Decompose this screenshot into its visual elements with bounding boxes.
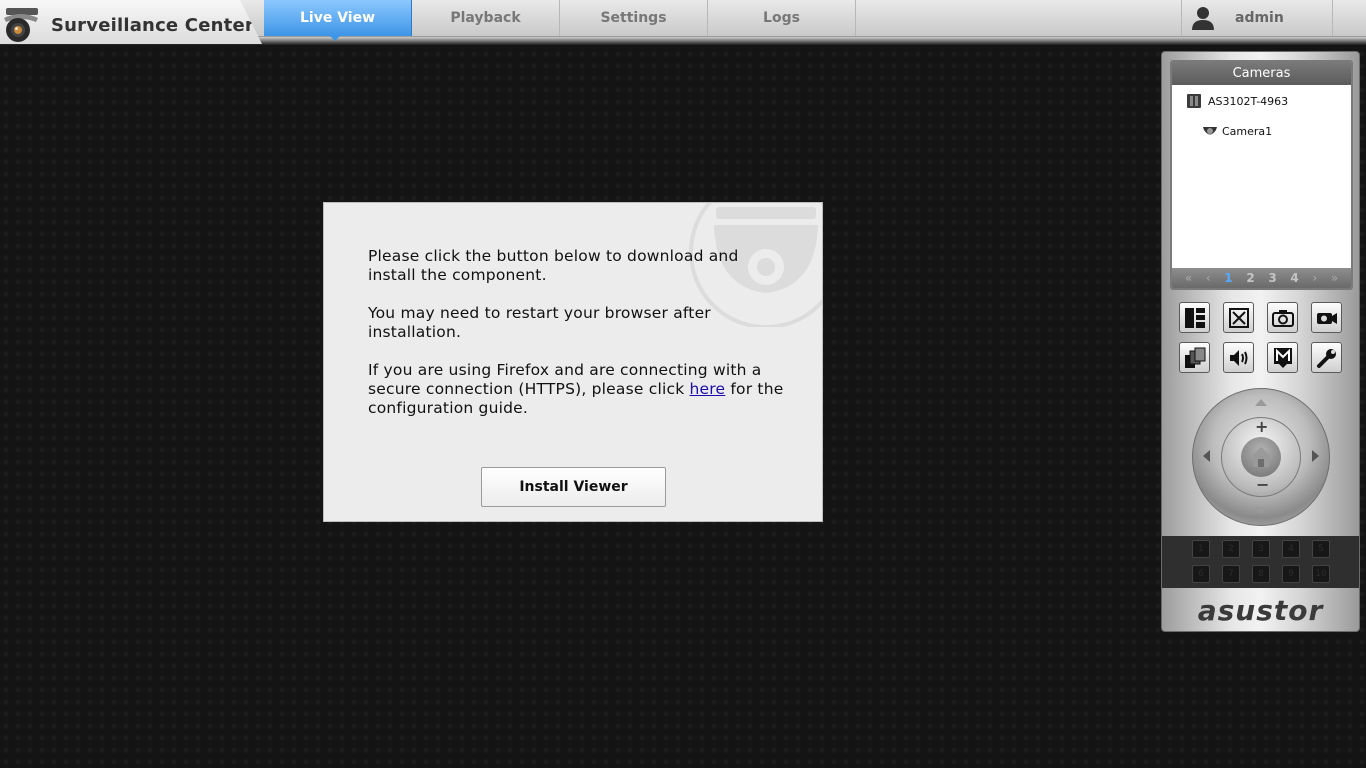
camera-name: Camera1 — [1222, 124, 1273, 138]
pager-prev-button[interactable]: ‹ — [1206, 271, 1211, 285]
dialog-paragraph-1: Please click the button below to downloa… — [368, 247, 739, 284]
tab-logs[interactable]: Logs — [708, 0, 856, 36]
ptz-right-arrow[interactable] — [1312, 450, 1319, 462]
user-avatar-icon — [1192, 7, 1214, 30]
tools-button[interactable] — [1311, 342, 1342, 373]
pager-page-1[interactable]: 1 — [1224, 271, 1232, 285]
layout-button[interactable] — [1179, 302, 1210, 333]
manual-record-icon — [1273, 347, 1292, 368]
wrench-icon — [1316, 348, 1336, 368]
zoom-out-button[interactable]: − — [1256, 475, 1269, 494]
ptz-left-arrow[interactable] — [1203, 450, 1210, 462]
preset-button-10[interactable]: 10 — [1312, 565, 1330, 583]
config-guide-link[interactable]: here — [690, 380, 726, 398]
camera-pager: « ‹ 1 2 3 4 › » — [1172, 268, 1351, 288]
install-viewer-dialog: Please click the button below to downloa… — [323, 202, 823, 522]
pager-page-3[interactable]: 3 — [1268, 271, 1276, 285]
audio-icon — [1229, 349, 1247, 366]
nas-server-icon — [1187, 94, 1201, 108]
ptz-zoom-ring: + − — [1221, 417, 1301, 497]
sequence-button[interactable] — [1179, 342, 1210, 373]
pager-page-2[interactable]: 2 — [1246, 271, 1254, 285]
zoom-in-button[interactable]: + — [1255, 417, 1268, 436]
preset-button-3[interactable]: 3 — [1252, 540, 1270, 558]
fullscreen-icon — [1228, 307, 1249, 328]
manual-record-button[interactable] — [1267, 342, 1298, 373]
pager-last-button[interactable]: » — [1331, 271, 1338, 285]
preset-button-6[interactable]: 6 — [1192, 565, 1210, 583]
dialog-paragraph-3: If you are using Firefox and are connect… — [368, 361, 788, 418]
dome-camera-icon — [1203, 127, 1217, 135]
preset-button-2[interactable]: 2 — [1222, 540, 1240, 558]
preset-button-5[interactable]: 5 — [1312, 540, 1330, 558]
pager-page-4[interactable]: 4 — [1290, 271, 1298, 285]
brand-area: Surveillance Center — [0, 0, 262, 44]
home-icon — [1250, 447, 1272, 467]
ptz-down-arrow[interactable] — [1255, 507, 1267, 514]
preset-button-9[interactable]: 9 — [1282, 565, 1300, 583]
ptz-control: + − — [1192, 388, 1330, 526]
preset-button-7[interactable]: 7 — [1222, 565, 1240, 583]
ptz-home-button[interactable] — [1241, 437, 1281, 477]
record-button[interactable] — [1311, 302, 1342, 333]
fullscreen-button[interactable] — [1223, 302, 1254, 333]
user-menu[interactable]: admin — [1181, 0, 1333, 36]
cameras-header: Cameras — [1172, 62, 1351, 85]
nas-name: AS3102T-4963 — [1208, 94, 1289, 108]
tab-live-view[interactable]: Live View — [264, 0, 412, 36]
ptz-up-arrow[interactable] — [1255, 399, 1267, 406]
snapshot-icon — [1271, 309, 1294, 327]
username-label: admin — [1235, 10, 1284, 26]
dialog-paragraph-2: You may need to restart your browser aft… — [368, 304, 711, 341]
layout-icon — [1184, 307, 1205, 328]
cameras-list-box: Cameras AS3102T-4963 Camera1 « ‹ 1 2 3 4… — [1170, 60, 1353, 290]
tab-settings[interactable]: Settings — [560, 0, 708, 36]
preset-button-8[interactable]: 8 — [1252, 565, 1270, 583]
preset-area: 1 2 3 4 5 6 7 8 9 10 — [1162, 536, 1359, 588]
asustor-logo: asustor — [1197, 594, 1324, 627]
pager-next-button[interactable]: › — [1312, 271, 1317, 285]
tree-item-nas[interactable]: AS3102T-4963 — [1186, 93, 1288, 109]
app-title: Surveillance Center — [51, 15, 254, 36]
audio-button[interactable] — [1223, 342, 1254, 373]
dialog-message: Please click the button below to downloa… — [368, 247, 788, 437]
camera-control-panel: Cameras AS3102T-4963 Camera1 « ‹ 1 2 3 4… — [1161, 51, 1360, 632]
snapshot-button[interactable] — [1267, 302, 1298, 333]
record-icon — [1316, 312, 1337, 324]
pager-first-button[interactable]: « — [1185, 271, 1192, 285]
tree-item-camera[interactable]: Camera1 — [1202, 123, 1272, 139]
surveillance-camera-logo-icon — [4, 8, 38, 42]
preset-button-1[interactable]: 1 — [1192, 540, 1210, 558]
tab-playback[interactable]: Playback — [412, 0, 560, 36]
active-tab-caret — [329, 35, 341, 41]
preset-button-4[interactable]: 4 — [1282, 540, 1300, 558]
install-viewer-button[interactable]: Install Viewer — [481, 467, 666, 507]
sequence-icon — [1184, 347, 1205, 368]
